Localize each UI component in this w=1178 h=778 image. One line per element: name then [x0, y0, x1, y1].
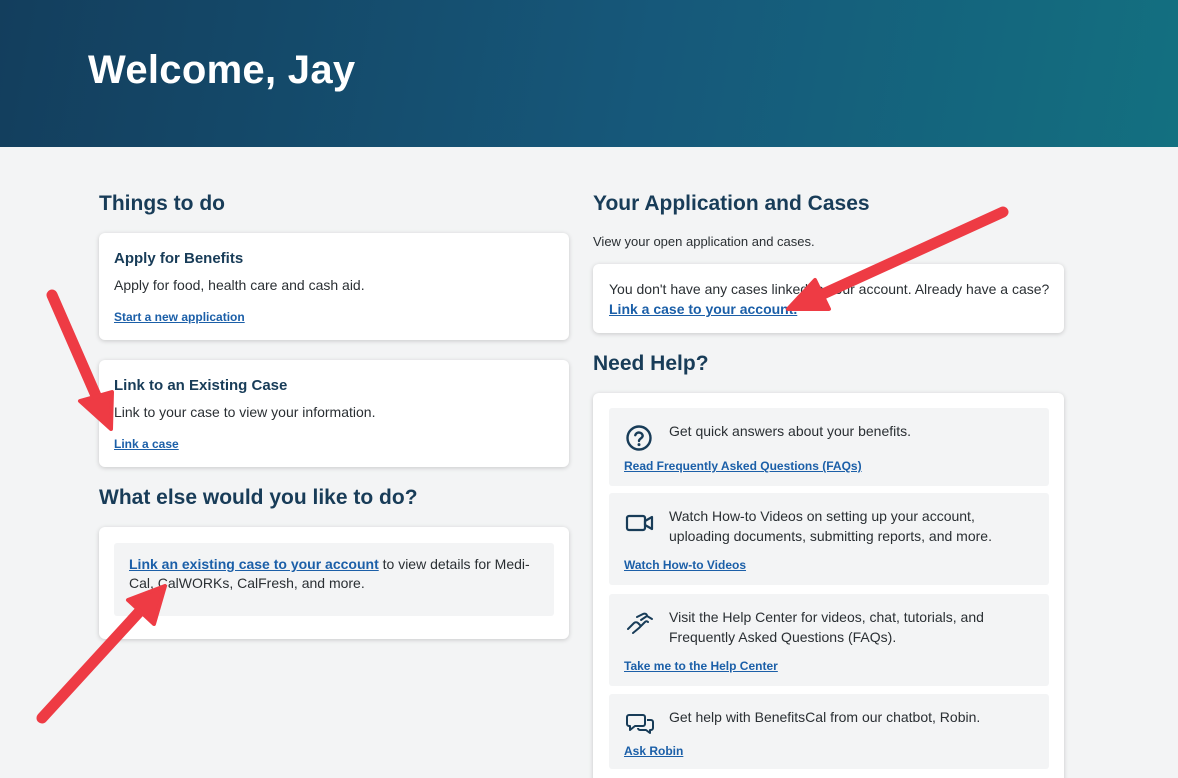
link-case-title: Link to an Existing Case: [114, 377, 288, 394]
start-application-link[interactable]: Start a new application: [114, 310, 245, 324]
things-to-do-heading: Things to do: [99, 192, 225, 215]
chatbot-help-text: Get help with BenefitsCal from our chatb…: [669, 709, 981, 725]
no-cases-text: You don't have any cases linked to your …: [609, 281, 1050, 297]
videos-help-text: Watch How-to Videos on setting up your a…: [669, 508, 992, 544]
need-help-card: Get quick answers about your benefits. R…: [593, 393, 1064, 778]
what-else-card: Link an existing case to your account to…: [99, 527, 569, 639]
apply-benefits-text: Apply for food, health care and cash aid…: [114, 277, 365, 293]
application-cases-heading: Your Application and Cases: [593, 192, 870, 215]
welcome-banner: Welcome, Jay: [0, 0, 1178, 147]
ask-robin-link[interactable]: Ask Robin: [624, 744, 683, 758]
help-center-link[interactable]: Take me to the Help Center: [624, 659, 778, 673]
link-account-paragraph: Link an existing case to your account to…: [129, 555, 549, 593]
link-existing-case-account-link[interactable]: Link an existing case to your account: [129, 556, 379, 572]
question-circle-icon: [625, 424, 655, 454]
chatbot-help-item: Get help with BenefitsCal from our chatb…: [609, 694, 1049, 769]
page-title: Welcome, Jay: [88, 48, 356, 92]
apply-benefits-card: Apply for Benefits Apply for food, healt…: [99, 233, 569, 340]
need-help-heading: Need Help?: [593, 352, 709, 375]
what-else-heading: What else would you like to do?: [99, 486, 418, 509]
link-case-text: Link to your case to view your informati…: [114, 404, 376, 420]
watch-videos-link[interactable]: Watch How-to Videos: [624, 558, 746, 572]
arrow-to-link-a-case: [46, 289, 103, 404]
help-center-item: Visit the Help Center for videos, chat, …: [609, 594, 1049, 686]
faq-help-text: Get quick answers about your benefits.: [669, 423, 912, 439]
videos-help-item: Watch How-to Videos on setting up your a…: [609, 493, 1049, 585]
application-cases-subtext: View your open application and cases.: [593, 234, 815, 249]
link-case-to-account-link[interactable]: Link a case to your account.: [609, 301, 797, 317]
link-existing-case-card: Link to an Existing Case Link to your ca…: [99, 360, 569, 467]
video-camera-icon: [625, 509, 655, 539]
no-cases-card: You don't have any cases linked to your …: [593, 264, 1064, 333]
apply-benefits-title: Apply for Benefits: [114, 250, 244, 267]
chat-bubbles-icon: [625, 709, 655, 739]
faq-help-item: Get quick answers about your benefits. R…: [609, 408, 1049, 486]
link-a-case-link[interactable]: Link a case: [114, 437, 179, 451]
helping-hand-icon: [625, 609, 655, 639]
link-account-box: Link an existing case to your account to…: [114, 543, 554, 616]
help-center-text: Visit the Help Center for videos, chat, …: [669, 609, 984, 645]
faq-link[interactable]: Read Frequently Asked Questions (FAQs): [624, 459, 862, 473]
